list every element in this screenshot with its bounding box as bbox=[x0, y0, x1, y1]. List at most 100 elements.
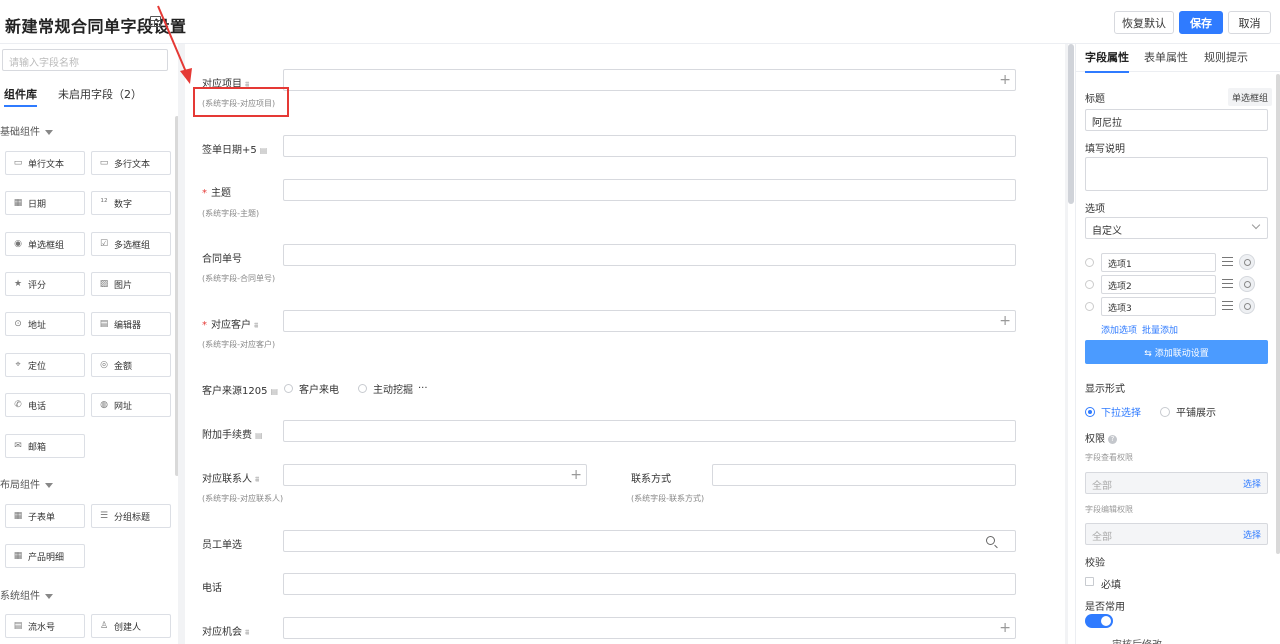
display-tile-radio[interactable]: 平铺展示 bbox=[1160, 404, 1216, 419]
add-linkage-button[interactable]: ⇆ 添加联动设置 bbox=[1085, 340, 1268, 364]
group-system[interactable]: 系统组件 bbox=[0, 587, 53, 602]
label-text: 对应联系人 bbox=[202, 474, 252, 485]
component-checkbox[interactable]: ☑ 多选框组 bbox=[91, 232, 171, 256]
gear-icon[interactable] bbox=[1239, 254, 1255, 270]
component-rating[interactable]: ★ 评分 bbox=[5, 272, 85, 296]
display-dropdown-radio[interactable]: 下拉选择 bbox=[1085, 404, 1141, 419]
canvas-scrollbar[interactable] bbox=[1068, 44, 1074, 204]
component-label: 数字 bbox=[114, 199, 133, 210]
component-amount[interactable]: ◎ 金额 bbox=[91, 353, 171, 377]
component-address[interactable]: ⊙ 地址 bbox=[5, 312, 85, 336]
tab-component-library[interactable]: 组件库 bbox=[4, 86, 37, 107]
form-canvas bbox=[185, 44, 1065, 644]
chevron-down-icon bbox=[1251, 220, 1261, 230]
group-basic[interactable]: 基础组件 bbox=[0, 123, 53, 138]
save-button[interactable]: 保存 bbox=[1179, 11, 1223, 34]
field-label-source[interactable]: 客户来源1205 ▤ bbox=[202, 382, 278, 397]
cancel-button[interactable]: 取消 bbox=[1228, 11, 1271, 34]
drag-handle-icon[interactable] bbox=[1222, 279, 1233, 288]
layout-icon[interactable] bbox=[150, 16, 161, 27]
option-input[interactable]: 选项3 bbox=[1101, 297, 1216, 316]
plus-icon[interactable]: + bbox=[999, 313, 1011, 329]
select-value: 自定义 bbox=[1092, 226, 1122, 237]
more-icon: ··· bbox=[418, 383, 428, 394]
right-scrollbar[interactable] bbox=[1276, 74, 1280, 554]
tab-unused-fields[interactable]: 未启用字段（2） bbox=[58, 86, 142, 102]
source-option-dig[interactable]: 主动挖掘 ··· bbox=[358, 381, 428, 396]
employee-input[interactable] bbox=[283, 530, 1016, 552]
contract-no-input[interactable] bbox=[283, 244, 1016, 266]
drag-handle-icon[interactable] bbox=[1222, 301, 1233, 310]
component-group-title[interactable]: ☰ 分组标题 bbox=[91, 504, 171, 528]
plus-icon[interactable]: + bbox=[570, 467, 582, 483]
source-option-call[interactable]: 客户来电 bbox=[284, 381, 339, 396]
component-serial[interactable]: ▤ 流水号 bbox=[5, 614, 85, 638]
field-label-customer[interactable]: * 对应客户 ⩩ bbox=[202, 316, 258, 331]
field-label-sign-date[interactable]: 签单日期+5 ▤ bbox=[202, 141, 267, 156]
contact-method-input[interactable] bbox=[712, 464, 1016, 486]
search-icon[interactable] bbox=[986, 536, 995, 545]
required-checkbox[interactable] bbox=[1085, 577, 1094, 586]
plus-icon[interactable]: + bbox=[999, 72, 1011, 88]
option-input[interactable]: 选项2 bbox=[1101, 275, 1216, 294]
radio-circle bbox=[284, 384, 293, 393]
field-label-contact[interactable]: 对应联系人 ⩩ bbox=[202, 470, 259, 485]
field-sub-contact: (系统字段-对应联系人) bbox=[202, 494, 284, 503]
project-input[interactable]: + bbox=[283, 69, 1016, 91]
component-email[interactable]: ✉ 邮箱 bbox=[5, 434, 85, 458]
sign-date-input[interactable] bbox=[283, 135, 1016, 157]
component-radio[interactable]: ◉ 单选框组 bbox=[5, 232, 85, 256]
label-text: 联系方式 bbox=[631, 474, 671, 485]
relation-icon: ⩩ bbox=[254, 321, 259, 330]
help-icon[interactable]: ? bbox=[1108, 434, 1117, 444]
component-product-detail[interactable]: ▦ 产品明细 bbox=[5, 544, 85, 568]
component-subform[interactable]: ▦ 子表单 bbox=[5, 504, 85, 528]
radio-circle bbox=[1085, 302, 1094, 311]
field-label-fee[interactable]: 附加手续费 ▤ bbox=[202, 426, 263, 441]
component-single-line[interactable]: ▭ 单行文本 bbox=[5, 151, 85, 175]
option-row: 选项2 bbox=[1085, 275, 1275, 295]
component-url[interactable]: ◍ 网址 bbox=[91, 393, 171, 417]
title-input[interactable]: 阿尼拉 bbox=[1085, 109, 1268, 131]
component-creator[interactable]: ♙ 创建人 bbox=[91, 614, 171, 638]
group-layout[interactable]: 布局组件 bbox=[0, 476, 53, 491]
option-input[interactable]: 选项1 bbox=[1101, 253, 1216, 272]
field-label-subject[interactable]: * 主题 bbox=[202, 184, 231, 199]
common-toggle[interactable] bbox=[1085, 614, 1113, 628]
gear-icon[interactable] bbox=[1239, 276, 1255, 292]
component-date[interactable]: ▦ 日期 bbox=[5, 191, 85, 215]
plus-icon[interactable]: + bbox=[999, 620, 1011, 636]
component-multi-line[interactable]: ▭ 多行文本 bbox=[91, 151, 171, 175]
phone-input[interactable] bbox=[283, 573, 1016, 595]
radio-circle bbox=[1085, 258, 1094, 267]
batch-add-link[interactable]: 批量添加 bbox=[1142, 323, 1178, 336]
subject-input[interactable] bbox=[283, 179, 1016, 201]
edit-permission-choose[interactable]: 选择 bbox=[1243, 528, 1261, 541]
field-search-input[interactable]: 请输入字段名称 bbox=[2, 49, 168, 71]
tab-field-properties[interactable]: 字段属性 bbox=[1085, 49, 1129, 73]
component-image[interactable]: ▨ 图片 bbox=[91, 272, 171, 296]
field-label-phone[interactable]: 电话 bbox=[202, 579, 222, 594]
field-label-contact-method[interactable]: 联系方式 bbox=[631, 470, 671, 485]
component-editor[interactable]: ▤ 编辑器 bbox=[91, 312, 171, 336]
view-permission-choose[interactable]: 选择 bbox=[1243, 477, 1261, 490]
contact-input[interactable]: + bbox=[283, 464, 587, 486]
drag-handle-icon[interactable] bbox=[1222, 257, 1233, 266]
tab-rule-tips[interactable]: 规则提示 bbox=[1204, 49, 1248, 65]
opportunity-input[interactable]: + bbox=[283, 617, 1016, 639]
field-label-contract-no[interactable]: 合同单号 bbox=[202, 250, 242, 265]
component-phone[interactable]: ✆ 电话 bbox=[5, 393, 85, 417]
restore-default-button[interactable]: 恢复默认 bbox=[1114, 11, 1174, 34]
description-textarea[interactable] bbox=[1085, 157, 1268, 191]
tab-form-properties[interactable]: 表单属性 bbox=[1144, 49, 1188, 65]
fee-input[interactable] bbox=[283, 420, 1016, 442]
gear-icon[interactable] bbox=[1239, 298, 1255, 314]
option-label: 客户来电 bbox=[299, 385, 339, 396]
component-number[interactable]: ¹² 数字 bbox=[91, 191, 171, 215]
customer-input[interactable]: + bbox=[283, 310, 1016, 332]
add-option-link[interactable]: 添加选项 bbox=[1101, 323, 1137, 336]
field-label-opportunity[interactable]: 对应机会 ⩩ bbox=[202, 623, 249, 638]
field-label-employee[interactable]: 员工单选 bbox=[202, 536, 242, 551]
options-mode-select[interactable]: 自定义 bbox=[1085, 217, 1268, 239]
component-locate[interactable]: ⌖ 定位 bbox=[5, 353, 85, 377]
